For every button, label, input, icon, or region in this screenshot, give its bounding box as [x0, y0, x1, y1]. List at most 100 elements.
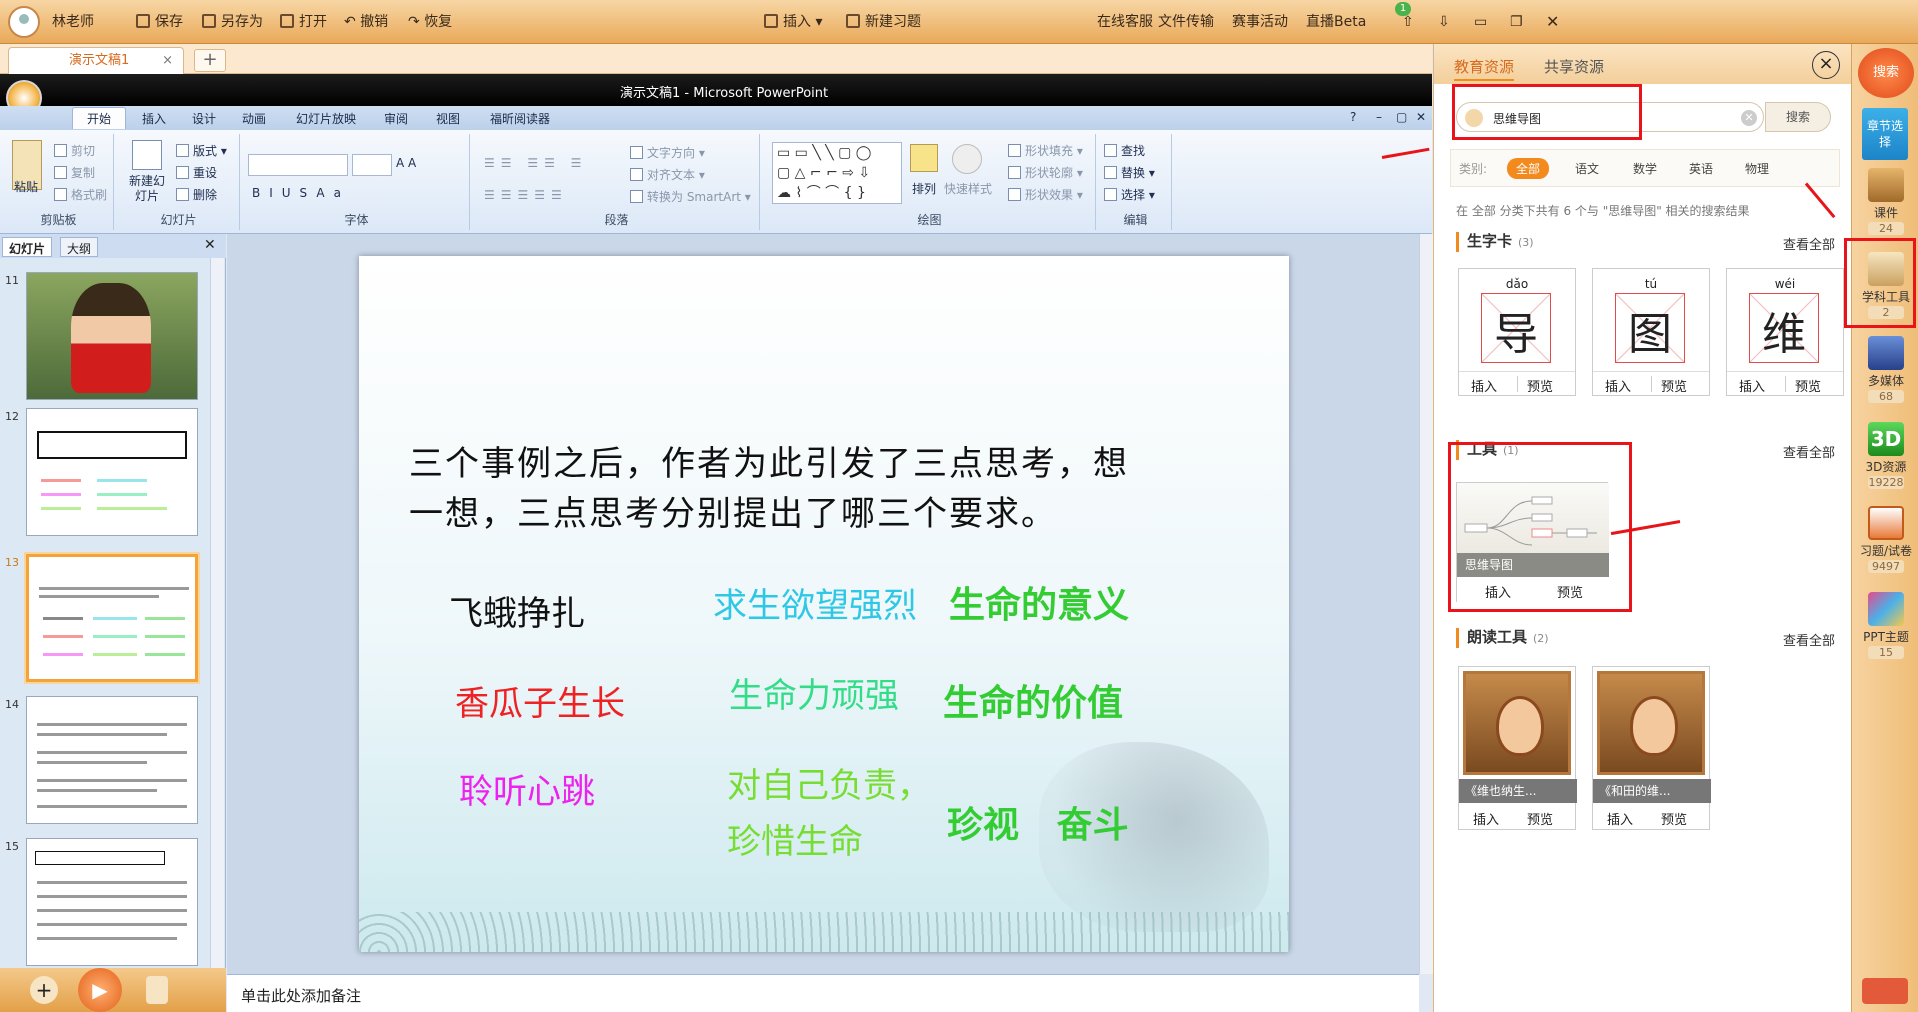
undo-button[interactable]: ↶ 撤销 [344, 12, 388, 32]
replace-button[interactable]: 替换 ▾ [1104, 164, 1155, 181]
format-painter-button[interactable]: 格式刷 [54, 186, 107, 203]
category-english[interactable]: 英语 [1689, 160, 1713, 177]
question-line-1[interactable]: 三个事例之后，作者为此引发了三点思考，想 [409, 436, 1129, 485]
tab-education-resources[interactable]: 教育资源 [1454, 56, 1515, 81]
close-icon[interactable]: ✕ [1416, 110, 1426, 124]
font-size-select[interactable] [352, 154, 392, 176]
new-slide-button[interactable]: 新建幻灯片 [124, 174, 170, 204]
sidebar-search-button[interactable]: 搜索 [1858, 48, 1914, 98]
slide-thumbnail-12[interactable] [26, 408, 198, 536]
online-support-link[interactable]: 在线客服 [1097, 12, 1153, 32]
current-slide[interactable]: 三个事例之后，作者为此引发了三点思考，想 一想，三点思考分别提出了哪三个要求。 … [359, 256, 1289, 952]
cell-r1c3[interactable]: 生命的意义 [949, 576, 1129, 628]
open-button[interactable]: 打开 [280, 12, 327, 32]
arrange-icon[interactable] [910, 144, 938, 172]
cell-r1c1[interactable]: 飞蛾挣扎 [449, 586, 585, 635]
shape-fill-button[interactable]: 形状填充 ▾ [1008, 142, 1083, 159]
slide-thumbnail-14[interactable] [26, 696, 198, 824]
close-tab-icon[interactable]: × [162, 48, 173, 74]
help-icon[interactable]: ? [1350, 110, 1356, 124]
sidebar-item-courseware[interactable]: 课件 24 [1858, 168, 1914, 235]
cell-r2c2[interactable]: 生命力顽强 [729, 668, 899, 717]
list-buttons[interactable]: ☰☰ ☰☰ ☰ [484, 156, 587, 170]
font-grow-button[interactable]: A A [396, 156, 416, 170]
cut-button[interactable]: 剪切 [54, 142, 95, 159]
tab-view[interactable]: 视图 [436, 110, 460, 127]
char-card[interactable]: wéi 维 插入 预览 [1726, 268, 1844, 396]
category-chinese[interactable]: 语文 [1575, 160, 1599, 177]
insert-menu[interactable]: 插入 ▾ [764, 12, 822, 32]
tab-insert[interactable]: 插入 [142, 110, 166, 127]
save-button[interactable]: 保存 [136, 12, 183, 32]
play-icon[interactable]: ▶ [78, 968, 122, 1012]
shape-outline-button[interactable]: 形状轮廓 ▾ [1008, 164, 1083, 181]
upload-icon[interactable]: ⇧ [1402, 12, 1414, 32]
slide-scrollbar[interactable] [1419, 234, 1433, 974]
cell-r2c3[interactable]: 生命的价值 [943, 674, 1123, 726]
char-card[interactable]: tú 图 插入 预览 [1592, 268, 1710, 396]
reading-card[interactable]: 《和田的维... 插入 预览 [1592, 666, 1711, 830]
slide-thumbnail-11[interactable] [26, 272, 198, 400]
text-direction-button[interactable]: 文字方向 ▾ [630, 144, 705, 161]
preview-button[interactable]: 预览 [1527, 809, 1553, 828]
contest-link[interactable]: 赛事活动 [1232, 12, 1288, 32]
insert-button[interactable]: 插入 [1607, 809, 1633, 828]
sidebar-item-3d[interactable]: 3D 3D资源 19228 [1858, 422, 1914, 489]
category-math[interactable]: 数学 [1633, 160, 1657, 177]
new-slide-icon[interactable] [132, 140, 162, 170]
new-exercise-button[interactable]: 新建习题 [846, 12, 921, 32]
search-button[interactable]: 搜索 [1765, 102, 1831, 132]
thumbnail-scrollbar[interactable] [210, 258, 224, 998]
skin-icon[interactable]: ▭ [1474, 12, 1487, 32]
reading-card[interactable]: 《维也纳生... 插入 预览 [1458, 666, 1577, 830]
reset-button[interactable]: 重设 [176, 164, 217, 181]
cell-r3c2[interactable]: 对自己负责， 珍惜生命 [727, 758, 931, 870]
tab-review[interactable]: 审阅 [384, 110, 408, 127]
tab-animation[interactable]: 动画 [242, 110, 266, 127]
category-physics[interactable]: 物理 [1745, 160, 1769, 177]
add-tab-button[interactable]: + [194, 49, 226, 72]
align-buttons[interactable]: ☰☰☰☰☰ [484, 188, 568, 202]
preview-button[interactable]: 预览 [1661, 809, 1687, 828]
download-icon[interactable]: ⇩ [1438, 12, 1450, 32]
sidebar-item-exercises[interactable]: 习题/试卷 9497 [1858, 506, 1914, 573]
category-all[interactable]: 全部 [1507, 158, 1550, 179]
cell-r1c2[interactable]: 求生欲望强烈 [713, 578, 917, 627]
insert-button[interactable]: 插入 [1605, 376, 1631, 395]
preview-button[interactable]: 预览 [1661, 376, 1687, 395]
question-line-2[interactable]: 一想，三点思考分别提出了哪三个要求。 [409, 486, 1057, 535]
view-all-char-cards[interactable]: 查看全部 [1783, 234, 1835, 253]
sidebar-item-multimedia[interactable]: 多媒体 68 [1858, 336, 1914, 403]
tab-home[interactable]: 开始 [72, 107, 127, 129]
paste-button[interactable]: 粘贴 [14, 178, 38, 195]
find-button[interactable]: 查找 [1104, 142, 1145, 159]
preview-button[interactable]: 预览 [1795, 376, 1821, 395]
smartart-button[interactable]: 转换为 SmartArt ▾ [630, 188, 751, 205]
insert-button[interactable]: 插入 [1473, 809, 1499, 828]
align-text-button[interactable]: 对齐文本 ▾ [630, 166, 705, 183]
tab-slides[interactable]: 幻灯片 [2, 237, 53, 257]
tab-design[interactable]: 设计 [192, 110, 216, 127]
notes-pane[interactable]: 单击此处添加备注 [227, 974, 1419, 1012]
shapes-gallery[interactable]: ▭ ▭ ╲ ╲ ▢ ◯ ▢ △ ⌐ ⌐ ⇨ ⇩ ☁ ⌇ ⌒ ⌒ { } [772, 142, 902, 204]
add-icon[interactable]: + [30, 976, 58, 1004]
font-family-select[interactable] [248, 154, 348, 176]
quick-styles-button[interactable]: 快速样式 [944, 180, 992, 197]
close-panel-button[interactable]: × [1812, 51, 1840, 79]
quick-styles-icon[interactable] [952, 144, 982, 174]
close-window-icon[interactable]: ✕ [1546, 12, 1559, 32]
font-style-buttons[interactable]: BIUSAa [252, 186, 350, 200]
close-pane-icon[interactable]: ✕ [204, 237, 216, 253]
slide-thumbnail-13[interactable] [26, 554, 198, 682]
tab-shared-resources[interactable]: 共享资源 [1544, 56, 1604, 77]
maximize-icon[interactable]: ▢ [1396, 110, 1407, 124]
cell-r2c1[interactable]: 香瓜子生长 [455, 676, 625, 725]
view-all-reading[interactable]: 查看全部 [1783, 630, 1835, 649]
preview-button[interactable]: 预览 [1527, 376, 1553, 395]
arrange-button[interactable]: 排列 [912, 180, 936, 197]
chapter-select-button[interactable]: 章节选择 [1862, 108, 1908, 160]
select-button[interactable]: 选择 ▾ [1104, 186, 1155, 203]
tab-slideshow[interactable]: 幻灯片放映 [296, 110, 356, 127]
slide-thumbnail-15[interactable] [26, 838, 198, 966]
char-card[interactable]: dǎo 导 插入 预览 [1458, 268, 1576, 396]
